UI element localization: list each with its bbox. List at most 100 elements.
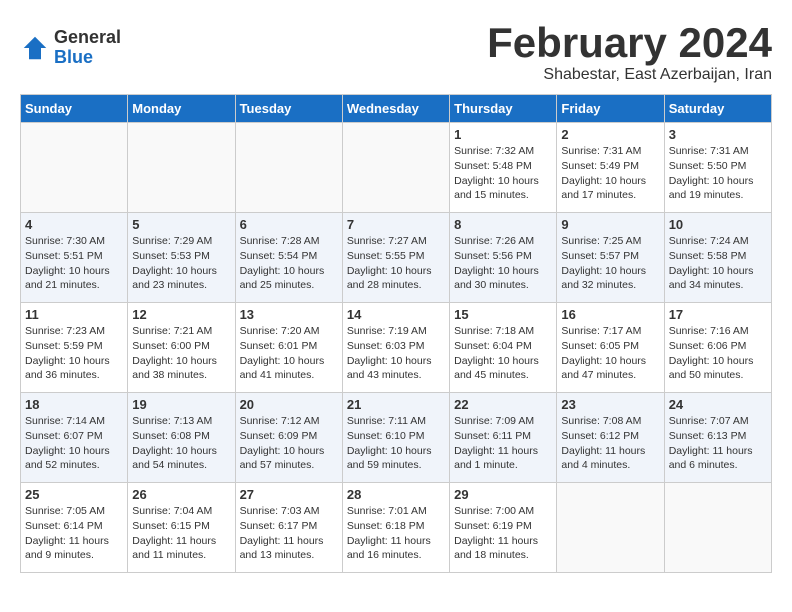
day-number: 9	[561, 217, 659, 232]
day-info: Sunrise: 7:08 AM Sunset: 6:12 PM Dayligh…	[561, 414, 659, 473]
weekday-header-sunday: Sunday	[21, 95, 128, 123]
calendar-day-cell: 18 Sunrise: 7:14 AM Sunset: 6:07 PM Dayli…	[21, 393, 128, 483]
day-info: Sunrise: 7:00 AM Sunset: 6:19 PM Dayligh…	[454, 504, 552, 563]
calendar-day-cell: 15 Sunrise: 7:18 AM Sunset: 6:04 PM Dayli…	[450, 303, 557, 393]
calendar-week-row: 25 Sunrise: 7:05 AM Sunset: 6:14 PM Dayli…	[21, 483, 772, 573]
logo-blue-text: Blue	[54, 48, 121, 68]
day-number: 21	[347, 397, 445, 412]
day-info: Sunrise: 7:31 AM Sunset: 5:49 PM Dayligh…	[561, 144, 659, 203]
day-info: Sunrise: 7:21 AM Sunset: 6:00 PM Dayligh…	[132, 324, 230, 383]
calendar-day-cell: 26 Sunrise: 7:04 AM Sunset: 6:15 PM Dayli…	[128, 483, 235, 573]
calendar-day-cell: 10 Sunrise: 7:24 AM Sunset: 5:58 PM Dayli…	[664, 213, 771, 303]
day-info: Sunrise: 7:25 AM Sunset: 5:57 PM Dayligh…	[561, 234, 659, 293]
day-number: 25	[25, 487, 123, 502]
weekday-header-tuesday: Tuesday	[235, 95, 342, 123]
day-info: Sunrise: 7:28 AM Sunset: 5:54 PM Dayligh…	[240, 234, 338, 293]
weekday-header-monday: Monday	[128, 95, 235, 123]
calendar-day-cell: 16Sunrise: 7:17 AM Sunset: 6:05 PM Dayli…	[557, 303, 664, 393]
calendar-day-cell: 23 Sunrise: 7:08 AM Sunset: 6:12 PM Dayli…	[557, 393, 664, 483]
calendar-day-cell: 17 Sunrise: 7:16 AM Sunset: 6:06 PM Dayli…	[664, 303, 771, 393]
day-number: 2	[561, 127, 659, 142]
day-info: Sunrise: 7:23 AM Sunset: 5:59 PM Dayligh…	[25, 324, 123, 383]
day-info: Sunrise: 7:20 AM Sunset: 6:01 PM Dayligh…	[240, 324, 338, 383]
day-number: 18	[25, 397, 123, 412]
day-info: Sunrise: 7:12 AM Sunset: 6:09 PM Dayligh…	[240, 414, 338, 473]
calendar-day-cell: 27Sunrise: 7:03 AM Sunset: 6:17 PM Dayli…	[235, 483, 342, 573]
calendar-day-cell: 4Sunrise: 7:30 AM Sunset: 5:51 PM Daylig…	[21, 213, 128, 303]
day-info: Sunrise: 7:11 AM Sunset: 6:10 PM Dayligh…	[347, 414, 445, 473]
calendar-day-cell: 1 Sunrise: 7:32 AM Sunset: 5:48 PM Daylig…	[450, 123, 557, 213]
day-info: Sunrise: 7:29 AM Sunset: 5:53 PM Dayligh…	[132, 234, 230, 293]
day-info: Sunrise: 7:05 AM Sunset: 6:14 PM Dayligh…	[25, 504, 123, 563]
day-number: 8	[454, 217, 552, 232]
day-number: 28	[347, 487, 445, 502]
logo: General Blue	[20, 28, 121, 68]
calendar-day-cell: 7 Sunrise: 7:27 AM Sunset: 5:55 PM Daylig…	[342, 213, 449, 303]
calendar-day-cell: 6Sunrise: 7:28 AM Sunset: 5:54 PM Daylig…	[235, 213, 342, 303]
day-info: Sunrise: 7:24 AM Sunset: 5:58 PM Dayligh…	[669, 234, 767, 293]
calendar-day-cell: 11Sunrise: 7:23 AM Sunset: 5:59 PM Dayli…	[21, 303, 128, 393]
month-title: February 2024	[487, 20, 772, 66]
calendar-day-cell: 22 Sunrise: 7:09 AM Sunset: 6:11 PM Dayli…	[450, 393, 557, 483]
calendar-day-cell: 21 Sunrise: 7:11 AM Sunset: 6:10 PM Dayli…	[342, 393, 449, 483]
calendar-day-cell: 12 Sunrise: 7:21 AM Sunset: 6:00 PM Dayli…	[128, 303, 235, 393]
day-info: Sunrise: 7:03 AM Sunset: 6:17 PM Dayligh…	[240, 504, 338, 563]
day-info: Sunrise: 7:14 AM Sunset: 6:07 PM Dayligh…	[25, 414, 123, 473]
day-number: 1	[454, 127, 552, 142]
day-info: Sunrise: 7:27 AM Sunset: 5:55 PM Dayligh…	[347, 234, 445, 293]
day-number: 4	[25, 217, 123, 232]
day-info: Sunrise: 7:19 AM Sunset: 6:03 PM Dayligh…	[347, 324, 445, 383]
logo-icon	[20, 33, 50, 63]
calendar-day-cell: 19 Sunrise: 7:13 AM Sunset: 6:08 PM Dayli…	[128, 393, 235, 483]
day-number: 22	[454, 397, 552, 412]
day-number: 10	[669, 217, 767, 232]
calendar-day-cell: 2 Sunrise: 7:31 AM Sunset: 5:49 PM Daylig…	[557, 123, 664, 213]
day-info: Sunrise: 7:31 AM Sunset: 5:50 PM Dayligh…	[669, 144, 767, 203]
day-number: 29	[454, 487, 552, 502]
day-number: 3	[669, 127, 767, 142]
calendar-week-row: 4Sunrise: 7:30 AM Sunset: 5:51 PM Daylig…	[21, 213, 772, 303]
calendar-day-cell: 20Sunrise: 7:12 AM Sunset: 6:09 PM Dayli…	[235, 393, 342, 483]
day-number: 26	[132, 487, 230, 502]
weekday-header-friday: Friday	[557, 95, 664, 123]
day-number: 12	[132, 307, 230, 322]
calendar-day-cell	[557, 483, 664, 573]
calendar-day-cell	[235, 123, 342, 213]
calendar-week-row: 1 Sunrise: 7:32 AM Sunset: 5:48 PM Daylig…	[21, 123, 772, 213]
day-number: 19	[132, 397, 230, 412]
page-header: General Blue February 2024 Shabestar, Ea…	[20, 20, 772, 84]
day-info: Sunrise: 7:18 AM Sunset: 6:04 PM Dayligh…	[454, 324, 552, 383]
calendar-day-cell: 24Sunrise: 7:07 AM Sunset: 6:13 PM Dayli…	[664, 393, 771, 483]
calendar-day-cell	[21, 123, 128, 213]
day-info: Sunrise: 7:32 AM Sunset: 5:48 PM Dayligh…	[454, 144, 552, 203]
calendar-day-cell: 9 Sunrise: 7:25 AM Sunset: 5:57 PM Daylig…	[557, 213, 664, 303]
calendar-day-cell: 25 Sunrise: 7:05 AM Sunset: 6:14 PM Dayli…	[21, 483, 128, 573]
calendar-day-cell: 5 Sunrise: 7:29 AM Sunset: 5:53 PM Daylig…	[128, 213, 235, 303]
day-number: 7	[347, 217, 445, 232]
day-info: Sunrise: 7:09 AM Sunset: 6:11 PM Dayligh…	[454, 414, 552, 473]
weekday-header-wednesday: Wednesday	[342, 95, 449, 123]
calendar-day-cell	[342, 123, 449, 213]
calendar-day-cell	[128, 123, 235, 213]
day-number: 14	[347, 307, 445, 322]
day-number: 13	[240, 307, 338, 322]
calendar-week-row: 18 Sunrise: 7:14 AM Sunset: 6:07 PM Dayli…	[21, 393, 772, 483]
day-number: 16	[561, 307, 659, 322]
day-number: 23	[561, 397, 659, 412]
day-info: Sunrise: 7:13 AM Sunset: 6:08 PM Dayligh…	[132, 414, 230, 473]
calendar-day-cell: 14 Sunrise: 7:19 AM Sunset: 6:03 PM Dayli…	[342, 303, 449, 393]
calendar-day-cell: 13 Sunrise: 7:20 AM Sunset: 6:01 PM Dayli…	[235, 303, 342, 393]
calendar-table: SundayMondayTuesdayWednesdayThursdayFrid…	[20, 94, 772, 573]
day-number: 17	[669, 307, 767, 322]
calendar-week-row: 11Sunrise: 7:23 AM Sunset: 5:59 PM Dayli…	[21, 303, 772, 393]
title-area: February 2024 Shabestar, East Azerbaijan…	[487, 20, 772, 84]
calendar-day-cell: 8 Sunrise: 7:26 AM Sunset: 5:56 PM Daylig…	[450, 213, 557, 303]
day-number: 15	[454, 307, 552, 322]
day-info: Sunrise: 7:01 AM Sunset: 6:18 PM Dayligh…	[347, 504, 445, 563]
day-info: Sunrise: 7:16 AM Sunset: 6:06 PM Dayligh…	[669, 324, 767, 383]
day-number: 5	[132, 217, 230, 232]
day-info: Sunrise: 7:04 AM Sunset: 6:15 PM Dayligh…	[132, 504, 230, 563]
weekday-header-thursday: Thursday	[450, 95, 557, 123]
day-info: Sunrise: 7:26 AM Sunset: 5:56 PM Dayligh…	[454, 234, 552, 293]
location-text: Shabestar, East Azerbaijan, Iran	[487, 66, 772, 84]
